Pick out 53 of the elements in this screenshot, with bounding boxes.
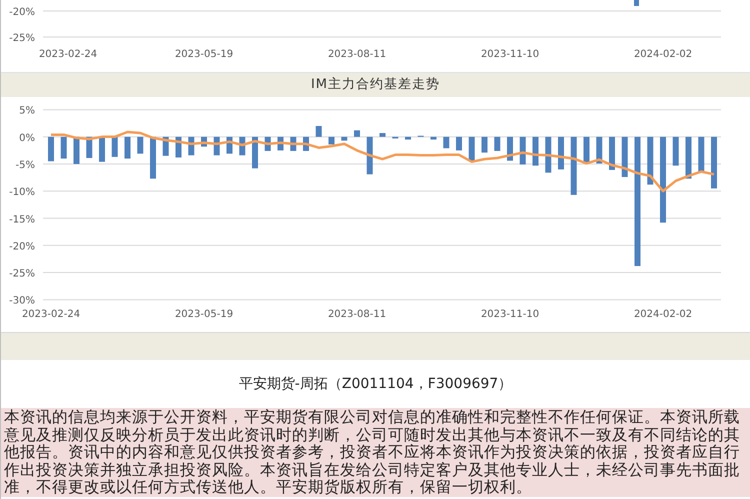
y-axis-label: 0% (19, 132, 35, 144)
y-axis-label: -20% (9, 7, 35, 18)
y-axis-label: -15% (9, 214, 35, 226)
y-axis-label: -25% (9, 33, 35, 44)
bar (443, 136, 450, 148)
chart-title: IM主力合约基差走势 (310, 76, 440, 94)
bar (112, 136, 118, 157)
bar (456, 136, 462, 150)
bar (494, 136, 500, 151)
x-axis-label: 2024-02-02 (634, 309, 692, 320)
bar (99, 136, 105, 162)
y-axis-label: -25% (9, 268, 35, 280)
bar (60, 136, 67, 159)
bar (545, 136, 552, 173)
bar (341, 136, 348, 141)
bar (711, 136, 717, 188)
y-axis-label: -10% (9, 187, 35, 198)
bar (316, 126, 322, 137)
bar (698, 136, 704, 172)
y-axis-label: -30% (9, 296, 35, 307)
bar (74, 136, 80, 164)
bar (482, 136, 488, 153)
x-axis-label: 2023-08-11 (328, 309, 386, 320)
bar (137, 136, 144, 154)
x-axis-label: 2023-11-10 (480, 309, 540, 320)
y-axis-label: -20% (9, 241, 35, 252)
bar (634, 0, 639, 6)
x-axis-label: 2023-05-19 (174, 309, 234, 320)
x-axis-label: 2023-05-19 (174, 49, 234, 60)
bar (672, 136, 679, 166)
bar (622, 136, 628, 178)
x-axis-label: 2023-08-11 (328, 49, 386, 60)
x-axis-label: 2023-11-10 (480, 49, 540, 60)
y-axis-label: 5% (19, 106, 35, 117)
x-axis-label: 2023-02-24 (38, 49, 98, 60)
x-axis-label: 2023-02-24 (22, 309, 80, 320)
bar (647, 136, 654, 185)
bar (430, 136, 436, 140)
disclaimer-text: 本资讯的信息均来源于公开资料，平安期货有限公司对信息的准确性和完整性不作任何保证。本资讯所载意见及推测仅反映分析员于发出此资讯时的判断，公司可随时发出其他与本资讯不一致及有不同结论的其他报告。资讯中的内容和意见仅供投资者参考，投资者不应将本资讯作为投资决策的依据，投资者应自行作出投资决策并独立承担投资风险。本资讯旨在发给公司特定客户及其他专业人士，未经公司事先书面批准，不得更改或以任何方式传送他人。平安期货版权所有，保留一切权利。 (1, 408, 750, 497)
bar (380, 133, 386, 137)
bar (584, 136, 590, 162)
y-axis-label: -5% (16, 160, 35, 171)
bar (354, 130, 360, 137)
bar (124, 136, 130, 159)
bar (570, 136, 577, 195)
bar (686, 136, 692, 179)
x-axis-label: 2024-02-02 (634, 49, 692, 60)
bar (468, 136, 475, 161)
bar (48, 136, 54, 162)
bar (150, 136, 156, 179)
bar (405, 136, 411, 140)
author-line: 平安期货-周拓（Z0011104，F3009697） (238, 374, 512, 394)
bar (366, 136, 373, 174)
